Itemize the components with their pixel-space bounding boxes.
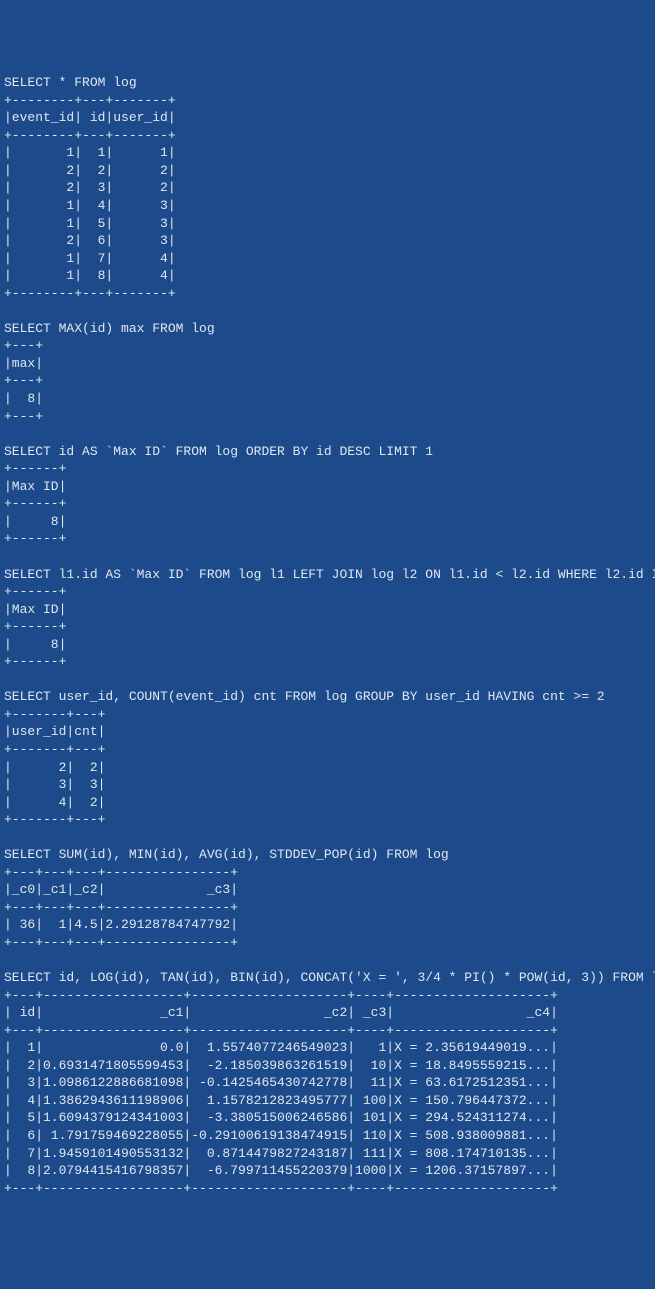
sql-terminal-output: SELECT * FROM log +--------+---+-------+… (4, 74, 651, 1197)
